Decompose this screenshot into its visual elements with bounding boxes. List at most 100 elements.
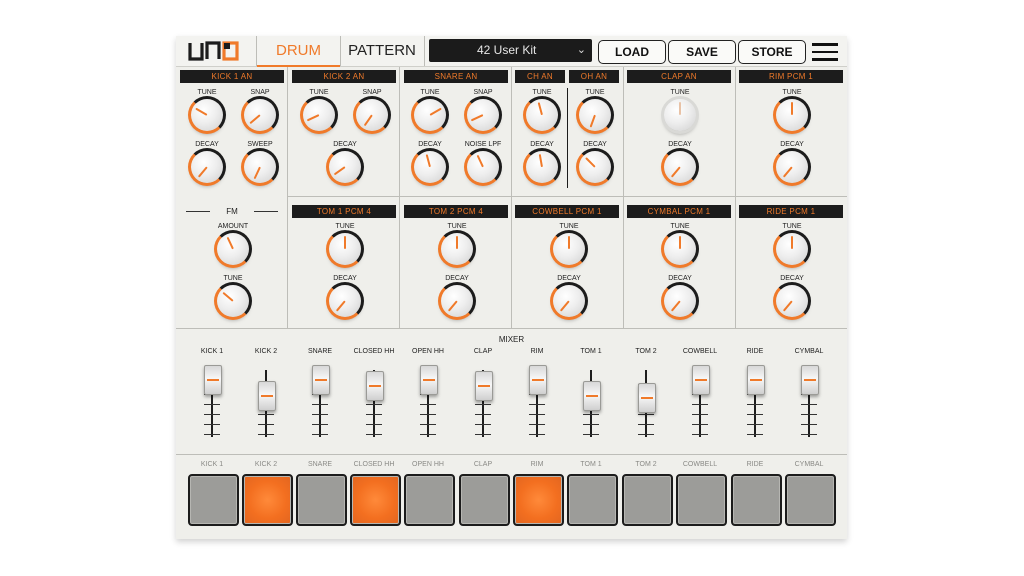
- section-title-oh: OH AN: [569, 70, 619, 83]
- mixer-channel-label: CLOSED HH: [353, 348, 395, 355]
- cowbell-decay-knob[interactable]: [553, 285, 585, 317]
- fader-tick: [312, 424, 328, 425]
- pad-tom-2[interactable]: [622, 474, 673, 526]
- load-button[interactable]: LOAD: [598, 40, 666, 64]
- fader-tick: [638, 434, 654, 435]
- pad-label: CLAP: [473, 461, 493, 468]
- save-button[interactable]: SAVE: [668, 40, 736, 64]
- mixer-channel-label: RIDE: [746, 348, 764, 355]
- kick1-tune-knob[interactable]: [191, 99, 223, 131]
- fader-tick: [747, 434, 763, 435]
- fader-tom-2[interactable]: [638, 382, 656, 413]
- oh-decay-knob[interactable]: [579, 151, 611, 183]
- tom2-decay-knob[interactable]: [441, 285, 473, 317]
- fader-tick: [204, 404, 220, 405]
- pad-kick-2[interactable]: [242, 474, 293, 526]
- fader-rim[interactable]: [529, 365, 547, 396]
- fader-cowbell[interactable]: [692, 365, 710, 396]
- knob-label: DECAY: [780, 275, 804, 282]
- ride-decay-knob[interactable]: [776, 285, 808, 317]
- fader-tick: [801, 434, 817, 435]
- section-title-kick1: KICK 1 AN: [180, 70, 284, 83]
- cowbell-tune-knob[interactable]: [553, 233, 585, 265]
- snare-snap-knob[interactable]: [467, 99, 499, 131]
- fader-open-hh[interactable]: [420, 365, 438, 396]
- clap-decay-knob[interactable]: [664, 151, 696, 183]
- drum-app-window: DRUM PATTERN 42 User Kit ⌄ LOAD SAVE STO…: [176, 36, 847, 539]
- ch-tune-knob[interactable]: [526, 99, 558, 131]
- fader-cymbal[interactable]: [801, 365, 819, 396]
- snare-decay-knob[interactable]: [414, 151, 446, 183]
- fader-ride[interactable]: [747, 365, 765, 396]
- kick2-snap-knob[interactable]: [356, 99, 388, 131]
- knob-label: DECAY: [530, 141, 554, 148]
- fader-tick: [638, 414, 654, 415]
- fader-tom-1[interactable]: [583, 381, 601, 412]
- pad-clap[interactable]: [459, 474, 510, 526]
- oh-tune-knob[interactable]: [579, 99, 611, 131]
- fader-tick: [366, 414, 382, 415]
- section-title-ch: CH AN: [515, 70, 565, 83]
- kick2-tune-knob[interactable]: [303, 99, 335, 131]
- fader-tick: [747, 414, 763, 415]
- clap-tune-knob[interactable]: [664, 99, 696, 131]
- knob-label: DECAY: [583, 141, 607, 148]
- knob-label: TUNE: [670, 89, 690, 96]
- fader-tick: [312, 434, 328, 435]
- knob-label: TUNE: [782, 223, 802, 230]
- fader-tick: [258, 414, 274, 415]
- kit-select[interactable]: 42 User Kit ⌄: [429, 39, 592, 62]
- menu-icon[interactable]: [812, 43, 838, 61]
- section-title-tom2: TOM 2 PCM 4: [404, 205, 508, 218]
- knob-label: DECAY: [668, 141, 692, 148]
- store-button[interactable]: STORE: [738, 40, 806, 64]
- fader-kick-1[interactable]: [204, 365, 222, 396]
- fader-tick: [801, 404, 817, 405]
- fader-tick: [312, 414, 328, 415]
- fader-tick: [475, 424, 491, 425]
- pad-open-hh[interactable]: [404, 474, 455, 526]
- tom1-tune-knob[interactable]: [329, 233, 361, 265]
- knob-label: DECAY: [557, 275, 581, 282]
- ch-decay-knob[interactable]: [526, 151, 558, 183]
- fm-tune-knob[interactable]: [217, 285, 249, 317]
- fader-tick: [312, 404, 328, 405]
- fader-tick: [692, 404, 708, 405]
- section-title-clap: CLAP AN: [627, 70, 731, 83]
- kick1-decay-knob[interactable]: [191, 151, 223, 183]
- cymbal-decay-knob[interactable]: [664, 285, 696, 317]
- pad-tom-1[interactable]: [567, 474, 618, 526]
- kick2-decay-knob[interactable]: [329, 151, 361, 183]
- tom2-tune-knob[interactable]: [441, 233, 473, 265]
- kick1-snap-knob[interactable]: [244, 99, 276, 131]
- rim-decay-knob[interactable]: [776, 151, 808, 183]
- pad-kick-1[interactable]: [188, 474, 239, 526]
- fader-tick: [475, 434, 491, 435]
- rim-tune-knob[interactable]: [776, 99, 808, 131]
- fm-title: FM: [226, 207, 238, 216]
- tom1-decay-knob[interactable]: [329, 285, 361, 317]
- pad-rim[interactable]: [513, 474, 564, 526]
- pad-closed-hh[interactable]: [350, 474, 401, 526]
- fader-snare[interactable]: [312, 365, 330, 396]
- pad-cymbal[interactable]: [785, 474, 836, 526]
- kick1-sweep-knob[interactable]: [244, 151, 276, 183]
- pad-ride[interactable]: [731, 474, 782, 526]
- pad-cowbell[interactable]: [676, 474, 727, 526]
- snare-noise-lpf-knob[interactable]: [467, 151, 499, 183]
- fm-amount-knob[interactable]: [217, 233, 249, 265]
- fader-tick: [366, 424, 382, 425]
- ride-tune-knob[interactable]: [776, 233, 808, 265]
- fader-kick-2[interactable]: [258, 381, 276, 412]
- pad-label: TOM 2: [635, 461, 657, 468]
- header-bar: DRUM PATTERN 42 User Kit ⌄ LOAD SAVE STO…: [176, 36, 847, 67]
- section-title-snare: SNARE AN: [404, 70, 508, 83]
- tab-drum[interactable]: DRUM: [256, 36, 341, 67]
- fader-closed-hh[interactable]: [366, 370, 384, 401]
- cymbal-tune-knob[interactable]: [664, 233, 696, 265]
- fader-clap[interactable]: [475, 370, 493, 401]
- pad-snare[interactable]: [296, 474, 347, 526]
- tab-pattern[interactable]: PATTERN: [340, 36, 425, 66]
- snare-tune-knob[interactable]: [414, 99, 446, 131]
- divider: [511, 67, 512, 329]
